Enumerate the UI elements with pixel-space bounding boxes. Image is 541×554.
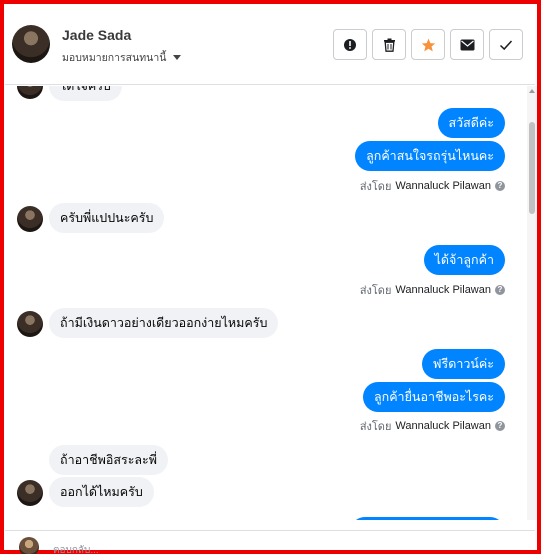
sent-by-prefix: ส่งโดย bbox=[359, 421, 392, 433]
sent-by-info: ส่งโดย Wannaluck Pilawan ? bbox=[360, 177, 505, 195]
scroll-up-arrow-icon[interactable] bbox=[529, 89, 535, 93]
assign-label: มอบหมายการสนทนานี้ bbox=[62, 52, 167, 64]
message-bubble-outgoing[interactable]: ลูกค้ายื่นอาชีพอะไรคะ bbox=[362, 382, 505, 412]
assign-conversation-dropdown[interactable]: มอบหมายการสนทนานี้ bbox=[62, 49, 182, 66]
mark-done-button[interactable] bbox=[489, 29, 523, 60]
star-icon bbox=[421, 38, 435, 51]
message-bubble-incoming[interactable]: ถ้ามีเงินดาวอย่างเดียวออกง่ายไหมครับ bbox=[49, 308, 279, 338]
avatar bbox=[17, 480, 43, 506]
sent-by-name[interactable]: Wannaluck Pilawan bbox=[395, 284, 491, 296]
avatar bbox=[17, 206, 43, 232]
message-thread[interactable]: ได้ใจครับ สวัสดีค่ะ ลูกค้าสนใจรถรุ่นไหนค… bbox=[5, 86, 525, 520]
sent-by-name[interactable]: Wannaluck Pilawan bbox=[395, 180, 491, 192]
message-bubble-incoming[interactable]: ครับพี่แปปนะครับ bbox=[49, 203, 165, 233]
header-actions bbox=[333, 29, 523, 60]
mark-unread-button[interactable] bbox=[450, 29, 484, 60]
scrollbar[interactable] bbox=[527, 86, 537, 520]
sent-by-prefix: ส่งโดย bbox=[359, 285, 392, 297]
avatar bbox=[19, 537, 39, 554]
alert-circle-icon bbox=[344, 38, 356, 51]
help-icon[interactable]: ? bbox=[495, 285, 505, 295]
conversation-header: Jade Sada มอบหมายการสนทนานี้ bbox=[5, 5, 535, 85]
contact-name[interactable]: Jade Sada bbox=[62, 27, 131, 43]
sent-by-prefix: ส่งโดย bbox=[359, 181, 392, 193]
sent-by-name[interactable]: Wannaluck Pilawan bbox=[395, 420, 491, 432]
sent-by-info: ส่งโดย Wannaluck Pilawan ? bbox=[360, 281, 505, 299]
mark-spam-button[interactable] bbox=[333, 29, 367, 60]
envelope-icon bbox=[460, 39, 474, 50]
help-icon[interactable]: ? bbox=[495, 181, 505, 191]
message-bubble-outgoing[interactable]: ฟรีดาวน์ค่ะ bbox=[421, 349, 505, 379]
check-icon bbox=[499, 39, 513, 50]
avatar bbox=[17, 311, 43, 337]
scrollbar-thumb[interactable] bbox=[529, 122, 535, 214]
reply-composer[interactable]: ตอบกลับ... bbox=[5, 530, 535, 554]
message-bubble-incoming[interactable]: ถ้าอาชีพอิสระละพี่ bbox=[49, 445, 169, 475]
help-icon[interactable]: ? bbox=[495, 421, 505, 431]
message-bubble-outgoing[interactable]: สวัสดีค่ะ bbox=[437, 108, 505, 138]
reply-input[interactable]: ตอบกลับ... bbox=[53, 543, 99, 554]
message-bubble-outgoing[interactable]: ได้จ้าลูกค้า bbox=[423, 245, 505, 275]
delete-button[interactable] bbox=[372, 29, 406, 60]
avatar[interactable] bbox=[12, 25, 50, 63]
message-bubble-incoming[interactable]: ได้ใจครับ bbox=[49, 86, 122, 101]
message-bubble-outgoing[interactable]: ลูกค้าสนใจรถรุ่นไหนคะ bbox=[355, 141, 505, 171]
sent-by-info: ส่งโดย Wannaluck Pilawan ? bbox=[360, 417, 505, 435]
message-bubble-outgoing[interactable] bbox=[350, 517, 505, 520]
trash-icon bbox=[383, 38, 395, 52]
message-bubble-incoming[interactable]: ออกได้ไหมครับ bbox=[49, 477, 154, 507]
star-button[interactable] bbox=[411, 29, 445, 60]
caret-down-icon bbox=[173, 55, 182, 60]
avatar bbox=[17, 86, 43, 99]
